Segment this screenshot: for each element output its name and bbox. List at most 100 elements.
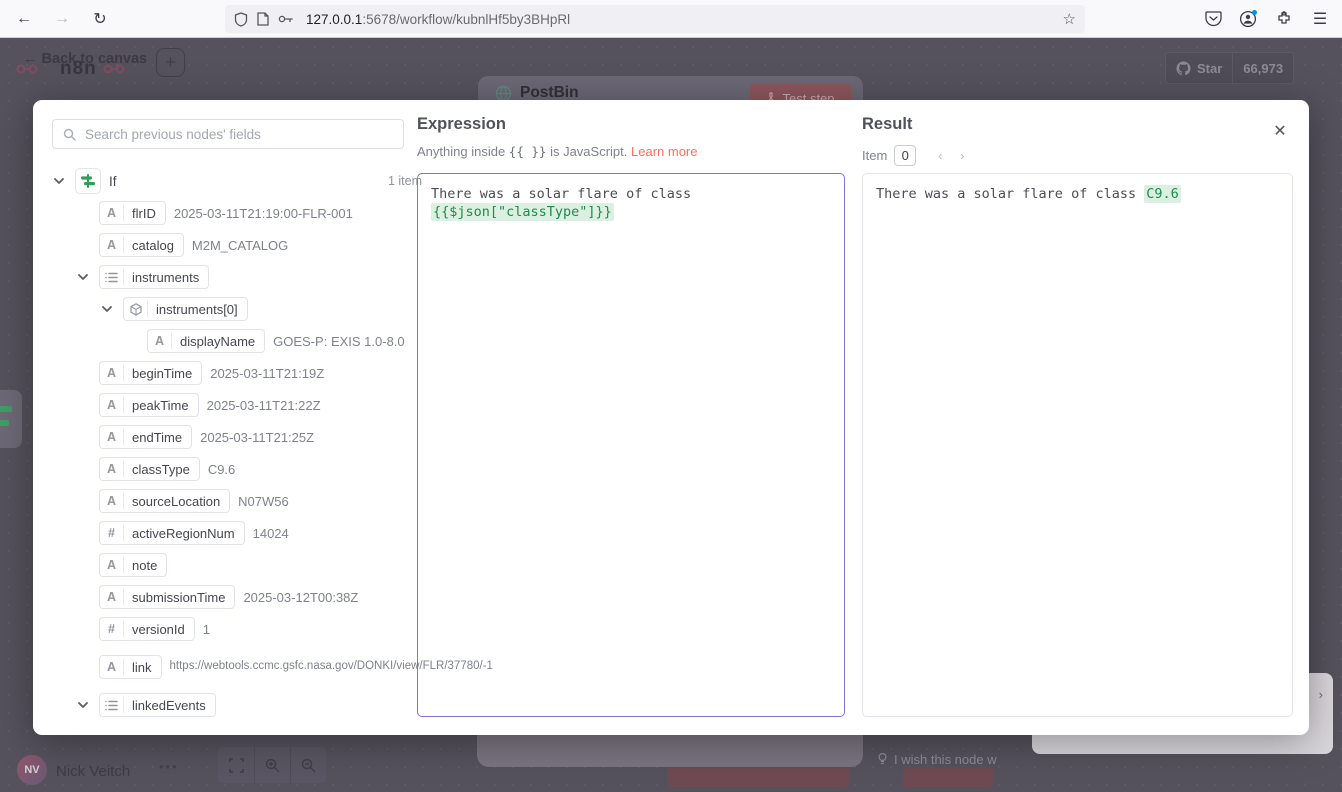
back-icon[interactable]: ← [14,9,34,29]
chevron-down-icon[interactable] [78,274,99,281]
tree-row-If[interactable]: If1 item [52,165,424,197]
tree-row-displayName[interactable]: AdisplayNameGOES-P: EXIS 1.0-8.0 [52,325,424,357]
field-pill[interactable]: AsourceLocation [99,489,230,513]
browser-toolbar: ← → ↻ 127.0.0.1:5678/workflow/kubnlHf5by… [0,0,1342,38]
expression-hint: Anything inside {{ }} is JavaScript. Lea… [417,144,697,159]
field-pill[interactable]: #versionId [99,617,195,641]
avatar: NV [17,755,47,785]
learn-more-link[interactable]: Learn more [631,144,697,159]
url-bar[interactable]: 127.0.0.1:5678/workflow/kubnlHf5by3BHpRl… [225,5,1085,33]
type-string-icon: A [100,397,124,413]
chevron-down-icon[interactable] [102,306,123,313]
field-value: https://webtools.ccmc.gsfc.nasa.gov/DONK… [170,660,382,673]
tree-row-beginTime[interactable]: AbeginTime2025-03-11T21:19Z [52,357,424,389]
field-pill[interactable]: AflrID [99,201,166,225]
search-input[interactable] [85,127,403,142]
node-name-label: If [109,174,117,189]
dimmed-button [903,767,994,787]
tree-row-versionId[interactable]: #versionId1 [52,613,424,645]
field-pill[interactable]: ApeakTime [99,393,199,417]
type-string-icon: A [100,365,124,381]
user-menu-dots-icon: ••• [159,759,179,774]
field-pill[interactable]: instruments [99,265,209,289]
github-star-count: 66,973 [1233,52,1294,84]
field-pill[interactable]: AbeginTime [99,361,202,385]
menu-hamburger-icon[interactable]: ☰ [1310,9,1330,29]
account-icon[interactable] [1238,9,1258,29]
extensions-puzzle-icon[interactable] [1274,9,1294,29]
key-icon[interactable] [278,14,294,24]
bookmark-star-icon[interactable]: ☆ [1063,10,1076,28]
search-icon [63,128,76,141]
reader-page-icon[interactable] [257,12,269,26]
forward-icon[interactable]: → [52,9,72,29]
expression-editor-modal: ✕ If1 itemAflrID2025-03-11T21:19:00-FLR-… [33,100,1309,735]
toast-expand-icon[interactable]: › [1319,687,1323,702]
prev-item-icon[interactable]: ‹ [935,148,945,163]
close-icon[interactable]: ✕ [1269,120,1291,142]
chevron-down-icon[interactable] [54,178,75,185]
field-name: sourceLocation [124,494,229,509]
field-pill[interactable]: AsubmissionTime [99,585,235,609]
field-name: linkedEvents [124,698,215,713]
shield-icon[interactable] [234,12,248,27]
field-value: 2025-03-11T21:22Z [207,398,321,413]
field-name: instruments[0] [148,302,247,317]
tree-row-activeRegionNum[interactable]: #activeRegionNum 14024 [52,517,424,549]
tree-row-link[interactable]: Alink https://webtools.ccmc.gsfc.nasa.gov… [52,645,424,689]
tree-row-catalog[interactable]: AcatalogM2M_CATALOG [52,229,424,261]
field-value: 14024 [253,526,289,541]
field-pill[interactable]: Acatalog [99,233,184,257]
node-feedback-link: I wish this node w [878,750,1006,768]
next-item-icon[interactable]: › [957,148,967,163]
expression-editor-input[interactable]: There was a solar flare of class{{$json[… [417,173,845,717]
field-pill[interactable]: instruments[0] [123,297,248,321]
back-to-canvas-link: ← Back to canvas [23,51,147,67]
type-string-icon: A [100,237,124,253]
zoom-in-icon [254,747,290,783]
tree-row-classType[interactable]: AclassType C9.6 [52,453,424,485]
reload-icon[interactable]: ↻ [90,9,110,29]
type-list-icon [100,269,124,285]
field-pill[interactable]: AendTime [99,425,192,449]
field-name: versionId [124,622,194,637]
tree-row-flrID[interactable]: AflrID2025-03-11T21:19:00-FLR-001 [52,197,424,229]
type-object-icon [124,301,148,317]
if-node-canvas-sliver [0,390,22,448]
type-number-icon: # [100,525,124,541]
fit-view-icon [218,747,254,783]
lightbulb-icon [878,753,887,766]
field-pill[interactable]: AclassType [99,457,200,481]
add-tab-button: + [156,48,185,77]
tree-row-peakTime[interactable]: ApeakTime 2025-03-11T21:22Z [52,389,424,421]
tree-row-endTime[interactable]: AendTime2025-03-11T21:25Z [52,421,424,453]
result-title: Result [862,115,912,134]
type-list-icon [100,697,124,713]
field-pill[interactable]: AdisplayName [147,329,265,353]
pocket-icon[interactable] [1203,9,1223,29]
field-name: beginTime [124,366,201,381]
type-string-icon: A [100,205,124,221]
field-value: C9.6 [208,462,235,477]
tree-row-instruments[0][interactable]: instruments[0] [52,293,424,325]
type-string-icon: A [100,557,124,573]
tree-row-sourceLocation[interactable]: AsourceLocationN07W56 [52,485,424,517]
variable-tree: If1 itemAflrID2025-03-11T21:19:00-FLR-00… [52,165,424,721]
result-segment: C9.6 [1144,185,1181,203]
item-index-input[interactable]: 0 [894,145,916,166]
tree-row-submissionTime[interactable]: AsubmissionTime2025-03-12T00:38Z [52,581,424,613]
field-pill[interactable]: Anote [99,553,167,577]
tree-row-note[interactable]: Anote [52,549,424,581]
chevron-down-icon[interactable] [78,702,99,709]
tree-row-instruments[interactable]: instruments [52,261,424,293]
expression-line: {{$json["classType"]}} [431,203,831,221]
item-pager: Item 0 ‹ › [862,145,967,166]
field-pill[interactable]: linkedEvents [99,693,216,717]
github-star-button: Star [1165,52,1233,84]
field-name: catalog [124,238,183,253]
field-name: flrID [124,206,165,221]
tree-row-linkedEvents[interactable]: linkedEvents [52,689,424,721]
field-name: submissionTime [124,590,234,605]
field-pill[interactable]: Alink [99,655,162,679]
field-pill[interactable]: #activeRegionNum [99,521,245,545]
